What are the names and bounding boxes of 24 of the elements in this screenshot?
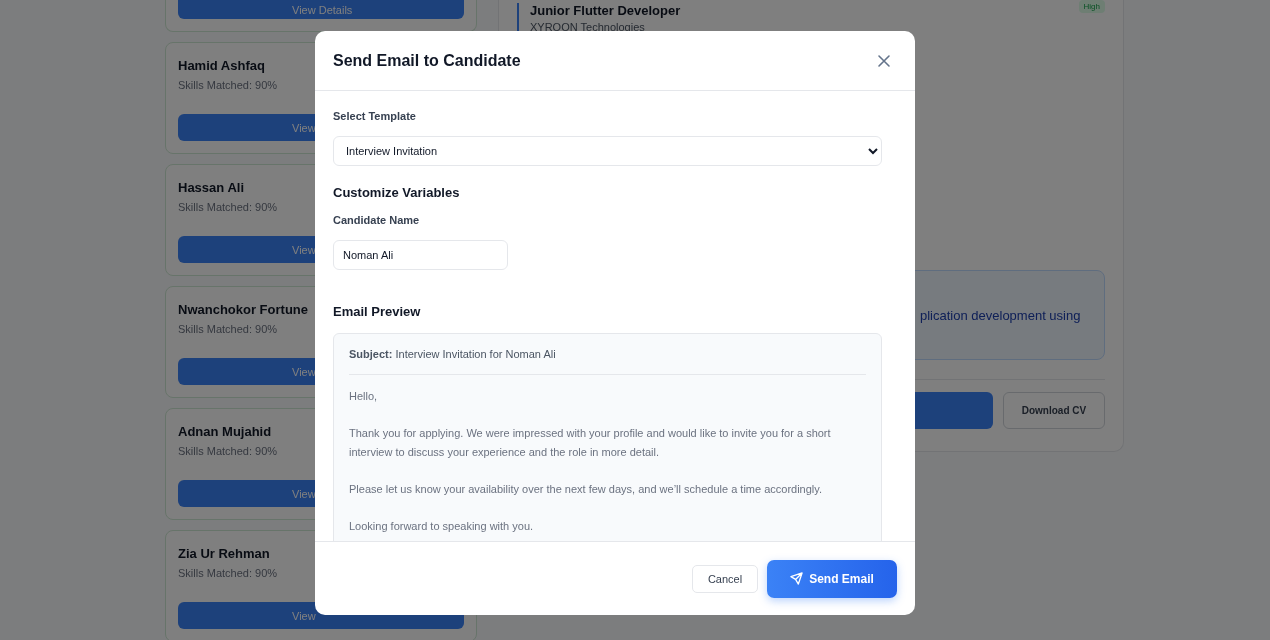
priority-badge: High xyxy=(1078,0,1105,13)
skills-matched: Skills Matched: 90% xyxy=(178,444,278,459)
skills-matched: Skills Matched: 90% xyxy=(178,322,278,337)
email-subject: Subject: Interview Invitation for Noman Ali xyxy=(349,348,557,360)
field-label: Select Template xyxy=(333,110,416,122)
skills-matched: Skills Matched: 90% xyxy=(178,566,278,581)
company-name: XYROON Technologies xyxy=(530,21,646,33)
email-paragraph: Thank you for applying. We were impressed with your profile and would like to invite you for a short interview to discuss your experience and the role in more detail. xyxy=(349,426,832,460)
summary-text: plication development using xyxy=(920,307,1081,323)
candidate-name: Hassan Ali xyxy=(178,179,244,197)
candidate-name: Zia Ur Rehman xyxy=(178,545,270,563)
skills-matched: Skills Matched: 90% xyxy=(178,78,278,93)
job-title: Junior Flutter Developer xyxy=(530,3,681,18)
dialog-title: Send Email to Candidate xyxy=(333,51,521,70)
email-paragraph: Please let us know your availability over the next few days, and we’ll schedule a time accordingly. xyxy=(349,482,824,497)
section-heading: Email Preview xyxy=(333,304,421,319)
field-label: Candidate Name xyxy=(333,214,420,226)
candidate-name: Hamid Ashfaq xyxy=(178,57,265,75)
candidate-name: Adnan Mujahid xyxy=(178,423,272,441)
email-paragraph: Hello, xyxy=(349,389,379,404)
section-heading: Customize Variables xyxy=(333,185,460,200)
email-paragraph: Looking forward to speaking with you. xyxy=(349,519,535,534)
candidate-name: Nwanchokor Fortune xyxy=(178,301,308,319)
skills-matched: Skills Matched: 90% xyxy=(178,200,278,215)
